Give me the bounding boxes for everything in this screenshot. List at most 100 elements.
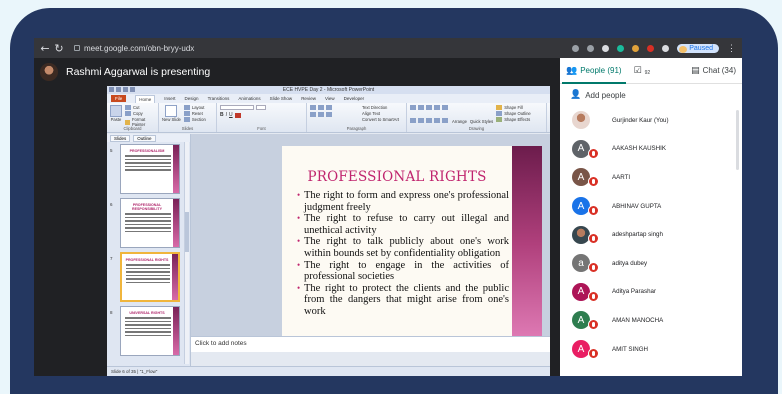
bullets-icon[interactable] [310, 105, 316, 110]
slide-thumbnail-selected[interactable]: PROFESSIONAL RIGHTS [120, 252, 180, 302]
reset-button[interactable]: Reset [183, 111, 206, 116]
copy-label: Copy [133, 111, 143, 116]
add-people-button[interactable]: 👤 Add people [560, 84, 742, 106]
puzzle-icon[interactable] [662, 44, 670, 52]
mic-muted-icon [588, 347, 599, 359]
participant-avatar: a [572, 254, 590, 273]
font-name-field[interactable] [220, 105, 254, 110]
participant-row[interactable]: A AAKASH KAUSHIK [560, 135, 742, 164]
notes-pane[interactable]: Click to add notes [191, 336, 550, 352]
camera-icon[interactable] [572, 44, 580, 52]
tab-review[interactable]: Review [301, 96, 316, 101]
tab-design[interactable]: Design [185, 96, 199, 101]
participant-avatar: A [572, 197, 590, 216]
align-left-icon[interactable] [310, 112, 316, 117]
back-icon[interactable]: ← [38, 42, 52, 55]
shape-effects-label: Shape Effects [504, 117, 531, 122]
tab-outline[interactable]: Outline [133, 134, 156, 142]
shape-fill-button[interactable]: Shape Fill [496, 105, 531, 110]
smartart-button[interactable]: Convert to SmartArt [362, 117, 399, 122]
tab-view[interactable]: View [325, 96, 335, 101]
tab-messages[interactable]: ☑ 92 [628, 58, 657, 84]
participant-row[interactable]: Gurjinder Kaur (You) [560, 106, 742, 135]
cut-icon [125, 105, 131, 110]
slides-group: New Slide Layout Reset Section Slides [159, 103, 217, 132]
tab-file[interactable]: File [111, 95, 127, 102]
slide-bullets: The right to form and express one's prof… [297, 190, 509, 318]
participant-row[interactable]: A AARTI [560, 163, 742, 192]
align-center-icon[interactable] [318, 112, 324, 117]
font-color-icon[interactable] [234, 112, 241, 118]
extension-red-icon[interactable] [647, 44, 655, 52]
people-panel: 👥 People (91) ☑ 92 ▤ Chat (34) 👤 Add peo… [560, 58, 742, 376]
extension-green-icon[interactable] [617, 44, 625, 52]
address-bar[interactable]: meet.google.com/obn-bryy-udx [74, 41, 554, 55]
slides-group-label: Slides [181, 126, 194, 131]
participant-row[interactable]: A Aditya Parashar [560, 278, 742, 307]
clipboard-group-label: Clipboard [123, 126, 142, 131]
ribbon: Paste Cut Copy Format Painter Clipboard … [107, 103, 550, 133]
chat-tab-label: Chat (34) [702, 66, 736, 75]
slides-panel: Slides Outline 5 PROFESSIONALISM 6 PROFE… [107, 134, 191, 366]
lock-icon [74, 45, 80, 51]
extension-orange-icon[interactable] [632, 44, 640, 52]
shape-outline-label: Shape Outline [504, 111, 531, 116]
participant-row[interactable]: A AMAN MANOCHA [560, 306, 742, 335]
shape-fill-icon [496, 105, 503, 110]
url-text: meet.google.com/obn-bryy-udx [84, 43, 195, 53]
paste-icon [110, 105, 122, 117]
tab-developer[interactable]: Developer [344, 96, 365, 101]
menu-dots-icon[interactable]: ⋮ [727, 43, 736, 54]
copy-button[interactable]: Copy [125, 111, 155, 116]
font-controls-top[interactable] [220, 105, 303, 110]
tab-insert[interactable]: Insert [164, 96, 175, 101]
align-text-button[interactable]: Align Text [362, 111, 399, 116]
thumb-title: PROFESSIONAL RIGHTS [125, 258, 169, 262]
current-slide[interactable]: PROFESSIONAL RIGHTS The right to form an… [282, 146, 542, 342]
participant-row[interactable]: a aditya dubey [560, 249, 742, 278]
tab-slides[interactable]: Slides [110, 134, 131, 142]
reload-icon[interactable]: ↻ [52, 42, 66, 55]
cut-button[interactable]: Cut [125, 105, 155, 110]
text-direction-button[interactable]: Text Direction [362, 105, 399, 110]
key-icon[interactable] [587, 44, 595, 52]
tab-chat[interactable]: ▤ Chat (34) [685, 58, 742, 84]
participant-name: aditya dubey [612, 259, 648, 267]
browser-toolbar: ← ↻ meet.google.com/obn-bryy-udx Paused … [34, 38, 742, 58]
thumb-title: UNIVERSAL RIGHTS [129, 311, 165, 315]
mic-muted-icon [588, 204, 599, 216]
numbering-icon[interactable] [318, 105, 324, 110]
thumbnail-scrollbar[interactable] [184, 142, 189, 364]
section-icon [183, 117, 190, 122]
participant-row[interactable]: adeshpartap singh [560, 220, 742, 249]
participant-avatar: A [572, 168, 590, 187]
participant-row[interactable]: A AMIT SINGH [560, 335, 742, 364]
font-controls-bottom[interactable]: BIU [220, 112, 303, 118]
participant-name: AMAN MANOCHA [612, 316, 664, 324]
layout-button[interactable]: Layout [183, 105, 206, 110]
tab-slide-show[interactable]: Slide Show [270, 96, 293, 101]
star-icon[interactable] [602, 44, 610, 52]
participant-row[interactable]: A ABHINAV GUPTA [560, 192, 742, 221]
profile-paused-button[interactable]: Paused [677, 43, 719, 53]
section-label: Section [191, 117, 206, 122]
arrange-button[interactable]: Arrange [452, 119, 467, 124]
indent-icon[interactable] [326, 105, 332, 110]
people-scrollbar[interactable] [736, 110, 739, 170]
tab-people[interactable]: 👥 People (91) [560, 58, 628, 84]
slide-thumbnail[interactable]: UNIVERSAL RIGHTS [120, 306, 180, 356]
shape-outline-button[interactable]: Shape Outline [496, 111, 531, 116]
slide-thumbnail[interactable]: PROFESSIONAL RESPONSIBILITY [120, 198, 180, 248]
shape-effects-button[interactable]: Shape Effects [496, 117, 531, 122]
section-button[interactable]: Section [183, 117, 206, 122]
quick-styles-button[interactable]: Quick Styles [470, 119, 493, 124]
tab-transitions[interactable]: Transitions [208, 96, 230, 101]
tab-home[interactable]: Home [135, 94, 156, 103]
participant-list: Gurjinder Kaur (You) A AAKASH KAUSHIK A AART… [560, 106, 742, 363]
align-right-icon[interactable] [326, 112, 332, 117]
slide-thumbnail[interactable]: PROFESSIONALISM [120, 144, 180, 194]
tab-animations[interactable]: Animations [238, 96, 260, 101]
participant-name: Gurjinder Kaur (You) [612, 116, 669, 124]
format-painter-icon [125, 119, 130, 125]
font-size-field[interactable] [256, 105, 266, 110]
